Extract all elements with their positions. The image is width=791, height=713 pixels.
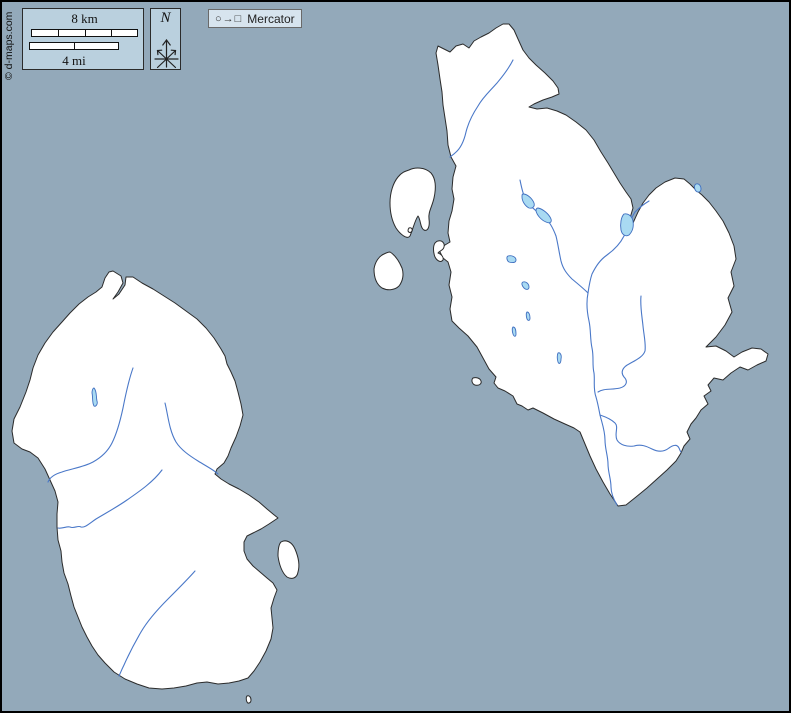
islet-northwest-dot [408,228,412,233]
scale-km-bar [31,29,138,37]
scale-mi-bar [29,42,119,50]
scale-bar-panel: 8 km 4 mi [22,8,144,70]
scale-tick [58,30,59,36]
lake-small-c [526,312,530,320]
scale-km-label: 8 km [31,11,138,27]
islet-south-of-left-island [246,696,251,703]
scale-tick [85,30,86,36]
blank-map [0,0,791,713]
map-canvas: 8 km 4 mi N ○→□ Mercator [0,0,791,713]
projection-label: Mercator [247,12,294,26]
projection-box: ○→□ Mercator [208,9,302,28]
islet-southwest-tiny [472,378,481,386]
compass-rose-icon [151,33,182,71]
lake-northeast-arm [695,184,702,192]
islet-northwest-large [390,168,435,237]
copyright-watermark: © d-maps.com [3,12,15,80]
compass-panel: N [150,8,181,70]
lake-small-a [507,256,516,263]
projection-symbols-icon: ○→□ [215,13,242,25]
scale-tick [111,30,112,36]
scale-tick [74,43,75,49]
compass-north-label: N [151,10,180,27]
scale-mi-label: 4 mi [29,53,119,69]
lake-small-e [557,353,561,364]
lake-east-bay [621,214,634,236]
